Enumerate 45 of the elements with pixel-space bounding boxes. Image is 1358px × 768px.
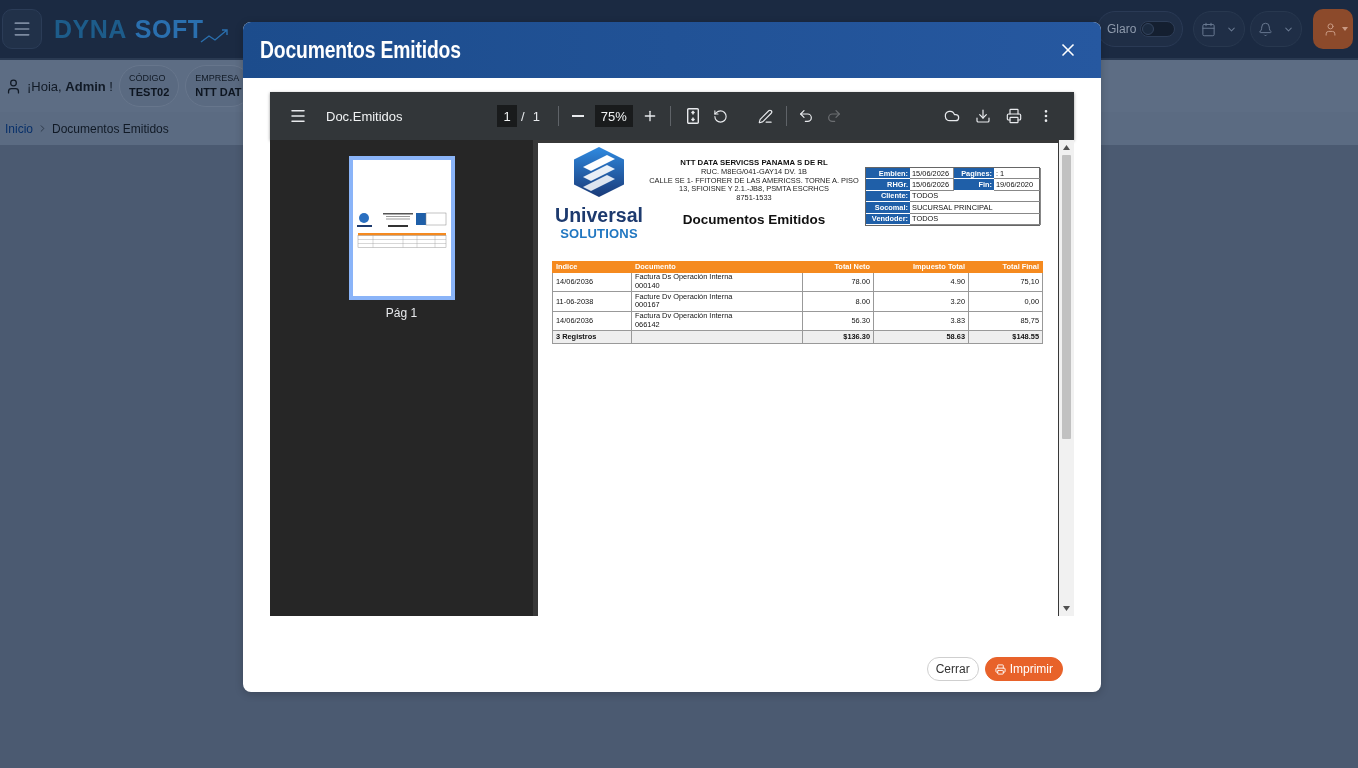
toggle-switch[interactable]	[1140, 21, 1175, 37]
zoom-field[interactable]: 75%	[594, 105, 633, 127]
brand-name: Universal	[555, 206, 643, 226]
chip-value: NTT DAT	[195, 85, 242, 99]
chip-value: TEST02	[129, 85, 170, 99]
caret-icon	[1341, 27, 1348, 31]
bell-icon	[1258, 21, 1273, 37]
scrollbar-thumb[interactable]	[1062, 155, 1071, 439]
download-icon	[975, 108, 991, 124]
hexagon-logo-icon	[573, 147, 625, 197]
calendar-icon	[1201, 21, 1216, 37]
minus-icon	[571, 115, 584, 117]
vertical-scrollbar[interactable]	[1059, 140, 1074, 616]
thumbnail-label: Pág 1	[385, 306, 418, 320]
printer-icon	[1006, 108, 1022, 124]
greeting-text: ¡Hoia, Admin !	[27, 78, 113, 94]
theme-toggle[interactable]: Glaro	[1097, 11, 1183, 47]
cloud-icon	[944, 108, 960, 124]
page-separator: /	[521, 108, 525, 124]
user-avatar-icon	[1322, 21, 1338, 37]
logo-text: DYNA	[54, 16, 127, 42]
user-menu-button[interactable]	[1313, 9, 1353, 49]
document-title: Doc.Emitidos	[326, 108, 403, 124]
fit-page-icon	[686, 108, 699, 124]
redo-icon	[825, 108, 842, 124]
menu-icon	[289, 107, 307, 125]
menu-icon	[12, 19, 32, 39]
logo-text: SOFT	[134, 16, 204, 42]
user-icon	[5, 77, 22, 95]
menu-button[interactable]	[2, 9, 42, 49]
pen-icon	[758, 108, 774, 124]
page-total: 1	[532, 108, 540, 124]
scroll-down-icon[interactable]	[1063, 606, 1070, 611]
page-number-field[interactable]: 1	[497, 105, 517, 127]
breadcrumb-current: Documentos Emitidos	[52, 121, 169, 136]
report-title: Documentos Emitidos	[682, 212, 826, 228]
chip-label: CÓDIGO	[129, 73, 167, 83]
page-thumbnail[interactable]	[348, 156, 455, 300]
close-action-button[interactable]: Cerrar	[926, 657, 979, 681]
rotate-icon	[713, 108, 729, 124]
chip-label: EMPRESA	[195, 73, 241, 83]
brand-tagline: SOLUTIONS	[560, 226, 638, 240]
printer-icon	[994, 663, 1006, 675]
modal-title: Documentos Emitidos	[260, 36, 461, 64]
undo-icon	[797, 108, 814, 124]
